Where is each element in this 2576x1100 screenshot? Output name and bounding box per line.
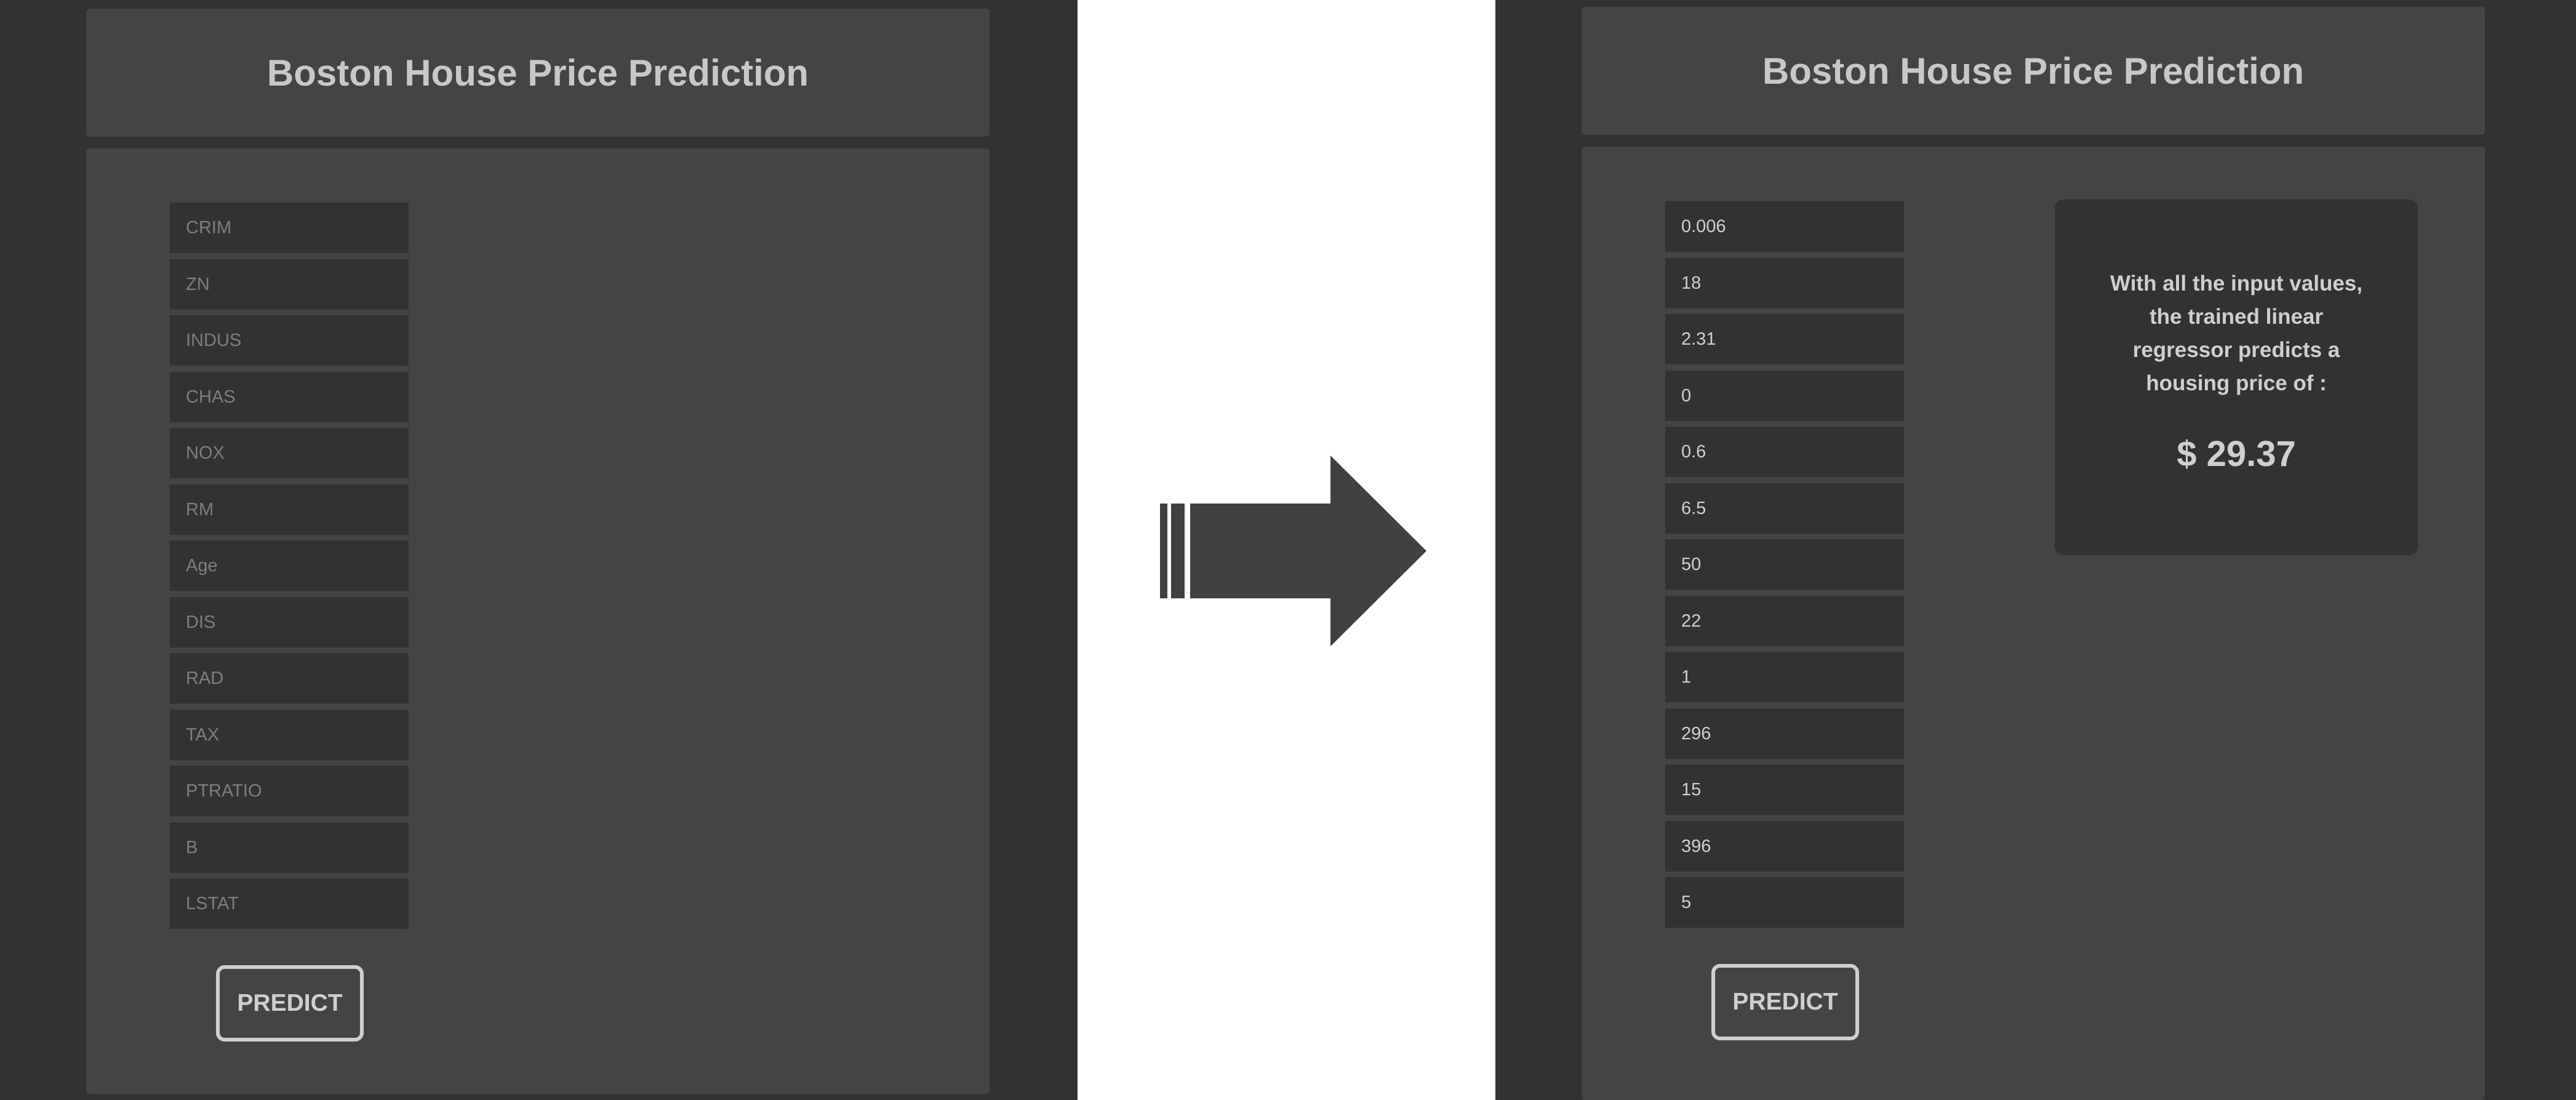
- chas-input[interactable]: [170, 372, 409, 422]
- crim-input[interactable]: [170, 203, 409, 253]
- rad-input[interactable]: [1665, 652, 1904, 702]
- ptratio-input[interactable]: [1665, 765, 1904, 815]
- predicted-price: $ 29.37: [2177, 434, 2296, 474]
- left-panel: Boston House Price Prediction PREDICT: [0, 0, 1078, 1100]
- age-input[interactable]: [170, 540, 409, 591]
- left-form-card: PREDICT: [86, 148, 990, 1094]
- page-title: Boston House Price Prediction: [1762, 50, 2305, 92]
- indus-input[interactable]: [1665, 314, 1904, 364]
- dis-input[interactable]: [170, 597, 409, 648]
- predict-button[interactable]: PREDICT: [216, 965, 364, 1042]
- chas-input[interactable]: [1665, 371, 1904, 421]
- right-header: Boston House Price Prediction: [1582, 7, 2485, 135]
- dis-input[interactable]: [1665, 596, 1904, 646]
- rm-input[interactable]: [170, 484, 409, 535]
- right-arrow-icon: [1160, 456, 1426, 646]
- lstat-input[interactable]: [170, 878, 409, 929]
- rm-input[interactable]: [1665, 483, 1904, 534]
- age-input[interactable]: [1665, 539, 1904, 590]
- rad-input[interactable]: [170, 653, 409, 704]
- tax-input[interactable]: [170, 710, 409, 760]
- transition-arrow: [1151, 449, 1434, 656]
- indus-input[interactable]: [170, 315, 409, 366]
- result-message: With all the input values, the trained l…: [2110, 271, 2362, 395]
- left-header: Boston House Price Prediction: [86, 9, 990, 137]
- zn-input[interactable]: [1665, 258, 1904, 308]
- predict-button[interactable]: PREDICT: [1711, 964, 1859, 1040]
- b-input[interactable]: [1665, 821, 1904, 872]
- zn-input[interactable]: [170, 259, 409, 310]
- lstat-input[interactable]: [1665, 877, 1904, 928]
- prediction-result-card: With all the input values, the trained l…: [2055, 199, 2418, 555]
- page-title: Boston House Price Prediction: [266, 52, 809, 94]
- nox-input[interactable]: [170, 428, 409, 478]
- b-input[interactable]: [170, 822, 409, 873]
- nox-input[interactable]: [1665, 427, 1904, 477]
- ptratio-input[interactable]: [170, 766, 409, 816]
- crim-input[interactable]: [1665, 201, 1904, 252]
- tax-input[interactable]: [1665, 709, 1904, 759]
